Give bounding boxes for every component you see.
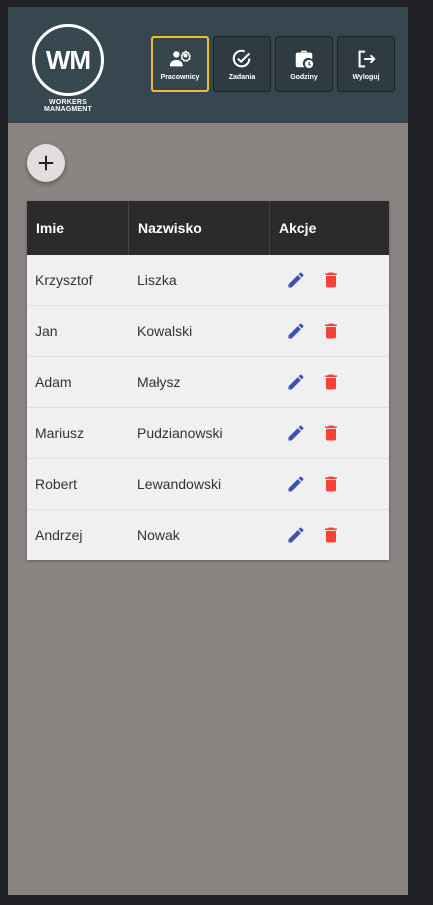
actions-cell <box>270 255 389 305</box>
main-nav: Pracownicy Zadania Godziny Wyloguj <box>151 36 395 92</box>
nav-godziny-button[interactable]: Godziny <box>275 36 333 92</box>
edit-button[interactable] <box>285 524 307 546</box>
trash-icon <box>325 323 337 339</box>
edit-button[interactable] <box>285 320 307 342</box>
edit-button[interactable] <box>285 371 307 393</box>
first-name-cell: Robert <box>35 476 78 492</box>
edit-button[interactable] <box>285 473 307 495</box>
app-header: WM WORKERS MANAGMENT Pracownicy Zadania <box>8 7 408 123</box>
actions-cell <box>270 306 389 356</box>
nav-godziny-label: Godziny <box>290 73 318 81</box>
pencil-icon <box>288 323 304 339</box>
trash-icon <box>325 527 337 543</box>
pencil-icon <box>288 527 304 543</box>
first-name-cell: Jan <box>35 323 58 339</box>
nav-wyloguj-label: Wyloguj <box>352 73 380 81</box>
pencil-icon <box>288 476 304 492</box>
workers-settings-icon <box>169 50 191 66</box>
delete-button[interactable] <box>320 269 342 291</box>
last-name-cell: Kowalski <box>137 323 193 339</box>
logout-icon <box>358 50 376 67</box>
trash-icon <box>325 374 337 390</box>
column-header-actions: Akcje <box>279 220 317 236</box>
delete-button[interactable] <box>320 320 342 342</box>
nav-zadania-label: Zadania <box>228 73 256 81</box>
actions-cell <box>270 357 389 407</box>
trash-icon <box>325 476 337 492</box>
trash-icon <box>325 272 337 288</box>
first-name-cell: Krzysztof <box>35 272 93 288</box>
nav-pracownicy-button[interactable]: Pracownicy <box>151 36 209 92</box>
add-worker-button[interactable] <box>27 144 65 182</box>
first-name-cell: Adam <box>35 374 72 390</box>
table-row: Adam Małysz <box>27 357 389 408</box>
edit-button[interactable] <box>285 422 307 444</box>
pencil-icon <box>288 272 304 288</box>
column-header-first-name[interactable]: Imie <box>27 201 129 255</box>
trash-icon <box>325 425 337 441</box>
table-row: Andrzej Nowak <box>27 510 389 560</box>
last-name-cell: Lewandowski <box>137 476 222 492</box>
edit-button[interactable] <box>285 269 307 291</box>
table-row: Mariusz Pudzianowski <box>27 408 389 459</box>
last-name-cell: Małysz <box>137 374 181 390</box>
nav-wyloguj-button[interactable]: Wyloguj <box>337 36 395 92</box>
nav-zadania-button[interactable]: Zadania <box>213 36 271 92</box>
logo-caption: WORKERS MANAGMENT <box>43 99 93 113</box>
plus-icon <box>38 155 54 171</box>
table-row: Robert Lewandowski <box>27 459 389 510</box>
actions-cell <box>270 510 389 560</box>
last-name-cell: Liszka <box>137 272 177 288</box>
pencil-icon <box>288 425 304 441</box>
table-row: Jan Kowalski <box>27 306 389 357</box>
actions-cell <box>270 459 389 509</box>
check-circle-icon <box>232 49 251 67</box>
table-row: Krzysztof Liszka <box>27 255 389 306</box>
workers-table: Imie Nazwisko Akcje Krzysztof Liszka Jan… <box>27 201 389 560</box>
app-window: WM WORKERS MANAGMENT Pracownicy Zadania <box>8 7 408 895</box>
briefcase-clock-icon <box>295 50 314 68</box>
delete-button[interactable] <box>320 473 342 495</box>
logo: WM <box>32 24 104 96</box>
delete-button[interactable] <box>320 422 342 444</box>
column-header-last-name[interactable]: Nazwisko <box>129 201 270 255</box>
table-header: Imie Nazwisko Akcje <box>27 201 389 255</box>
delete-button[interactable] <box>320 371 342 393</box>
last-name-cell: Nowak <box>137 527 180 543</box>
nav-pracownicy-label: Pracownicy <box>160 73 200 81</box>
table-body: Krzysztof Liszka Jan Kowalski Adam Małys… <box>27 255 389 560</box>
delete-button[interactable] <box>320 524 342 546</box>
last-name-cell: Pudzianowski <box>137 425 223 441</box>
pencil-icon <box>288 374 304 390</box>
first-name-cell: Andrzej <box>35 527 83 543</box>
first-name-cell: Mariusz <box>35 425 85 441</box>
actions-cell <box>270 408 389 458</box>
